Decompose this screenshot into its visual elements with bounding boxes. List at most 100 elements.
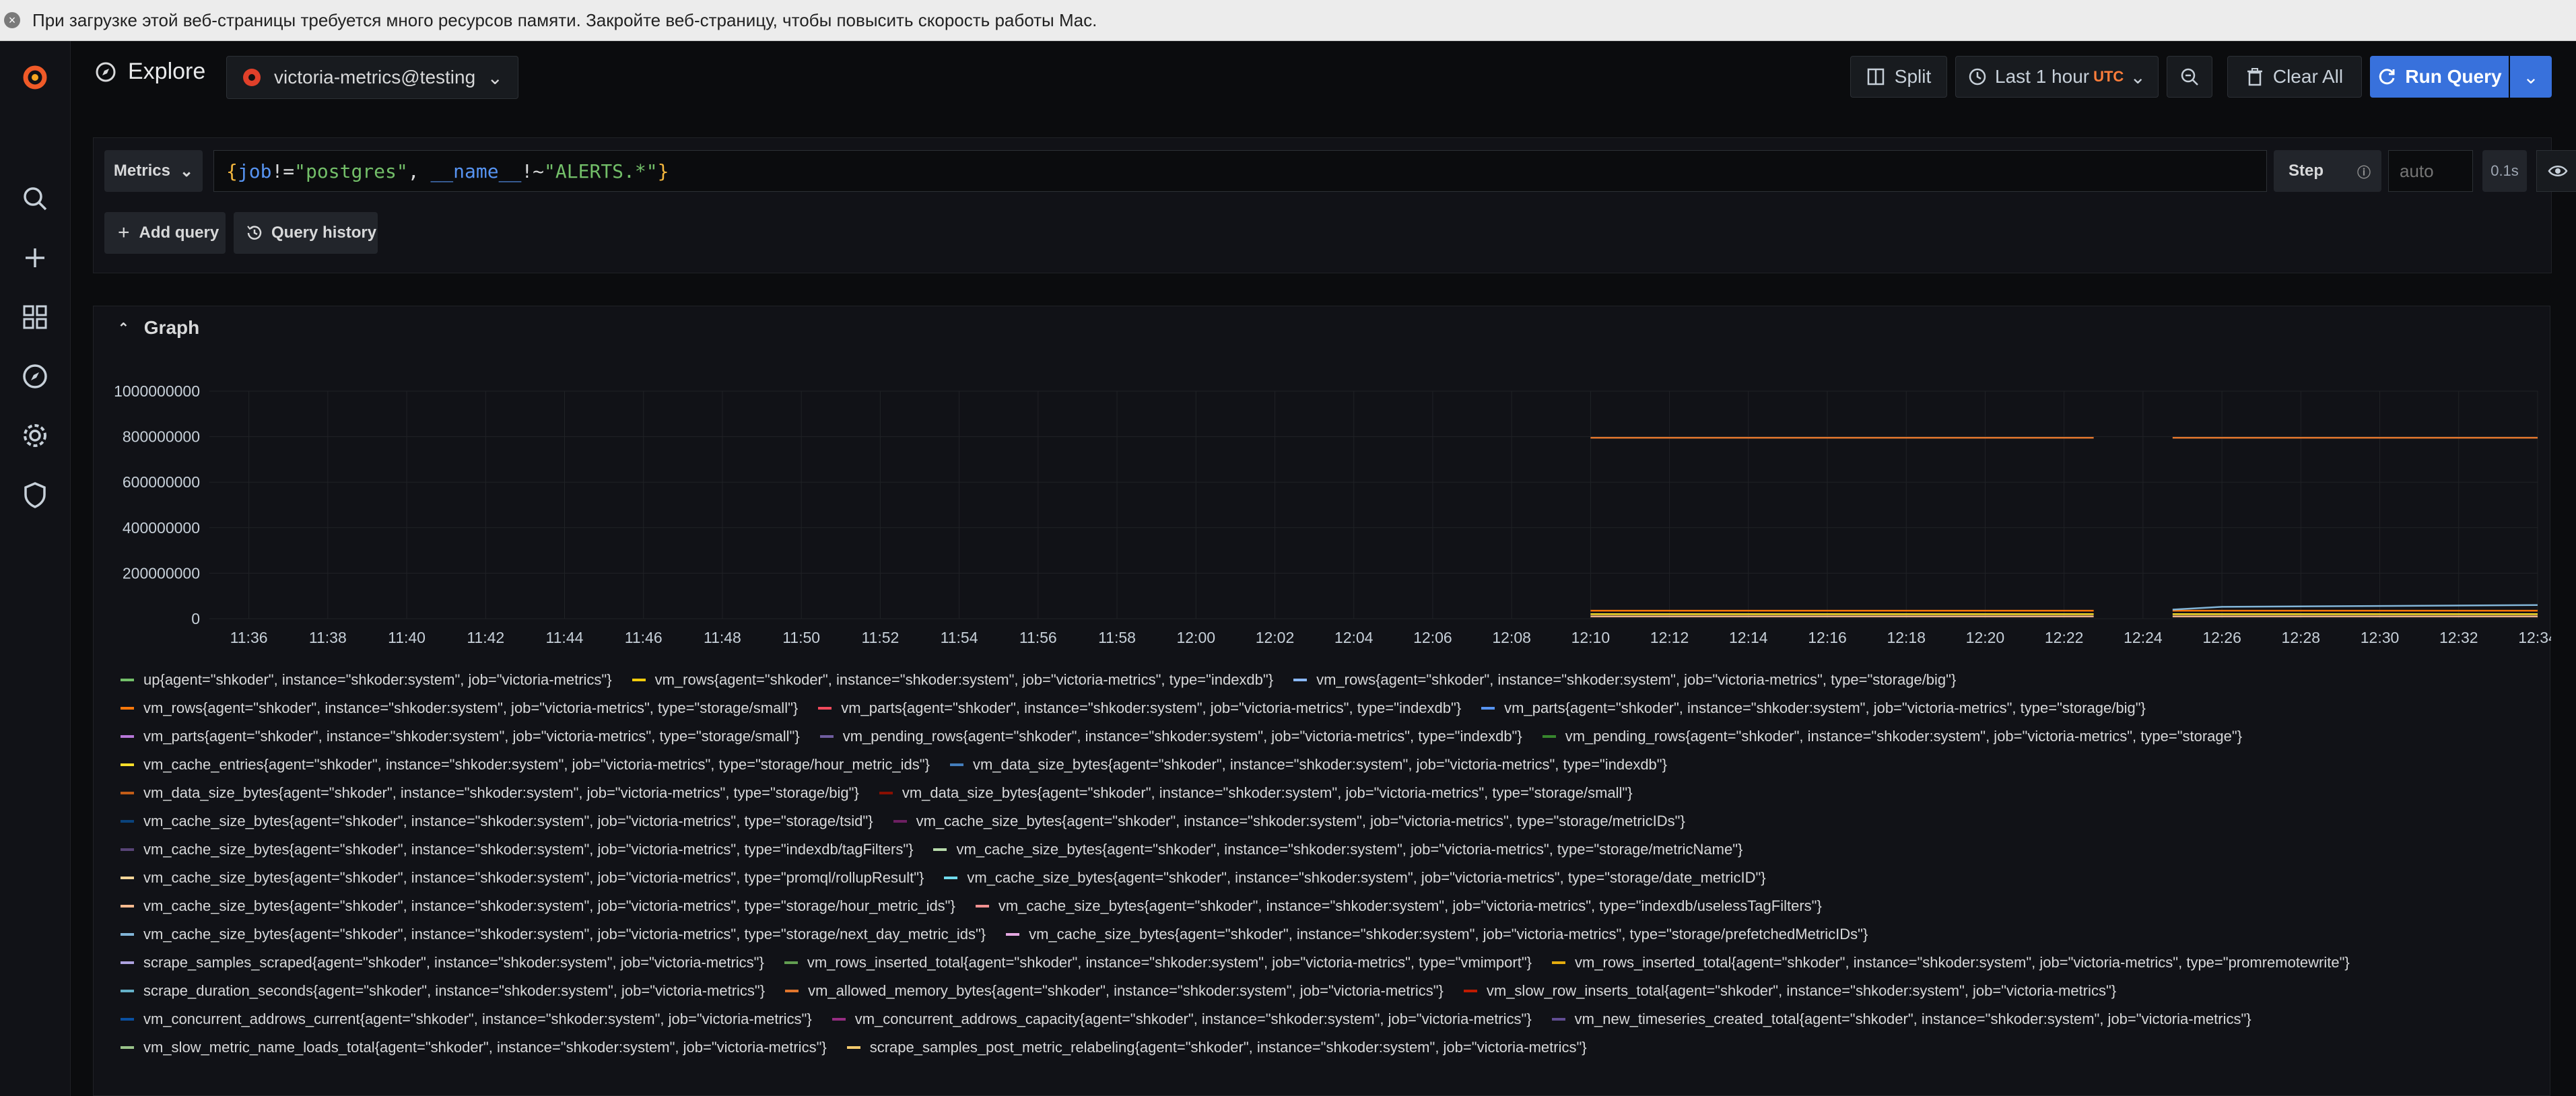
legend-swatch — [121, 1046, 134, 1049]
legend-item[interactable]: vm_rows_inserted_total{agent="shkoder", … — [1552, 954, 2350, 971]
legend-item[interactable]: vm_rows{agent="shkoder", instance="shkod… — [632, 671, 1273, 689]
legend-item[interactable]: vm_rows_inserted_total{agent="shkoder", … — [784, 954, 1532, 971]
legend-item[interactable]: vm_parts{agent="shkoder", instance="shko… — [818, 699, 1461, 717]
legend-item[interactable]: vm_cache_size_bytes{agent="shkoder", ins… — [121, 841, 913, 858]
chevron-down-icon: ⌄ — [2130, 66, 2146, 88]
run-query-label: Run Query — [2405, 66, 2502, 87]
legend-label: vm_cache_size_bytes{agent="shkoder", ins… — [143, 926, 986, 943]
chevron-down-icon: ⌄ — [487, 67, 503, 88]
x-tick-label: 11:52 — [861, 629, 899, 646]
split-icon — [1867, 68, 1885, 85]
info-icon[interactable]: ⓘ — [2357, 162, 2371, 181]
x-tick-label: 12:22 — [2045, 629, 2084, 646]
shield-icon[interactable] — [15, 475, 55, 515]
legend-item[interactable]: vm_data_size_bytes{agent="shkoder", inst… — [879, 784, 1633, 802]
legend-item[interactable]: up{agent="shkoder", instance="shkoder:sy… — [121, 671, 612, 689]
step-label: Step ⓘ — [2274, 150, 2381, 192]
legend-swatch — [121, 820, 134, 823]
legend-swatch — [1542, 735, 1556, 738]
legend-swatch — [121, 877, 134, 879]
legend-item[interactable]: vm_cache_size_bytes{agent="shkoder", ins… — [121, 813, 873, 830]
x-tick-label: 12:28 — [2282, 629, 2321, 646]
query-history-button[interactable]: Query history — [234, 212, 378, 254]
toggle-visibility-button[interactable] — [2536, 150, 2576, 192]
x-tick-label: 12:08 — [1492, 629, 1531, 646]
page-title-text: Explore — [128, 59, 206, 84]
legend-item[interactable]: vm_cache_size_bytes{agent="shkoder", ins… — [121, 869, 924, 887]
x-tick-label: 11:58 — [1098, 629, 1136, 646]
x-tick-label: 12:12 — [1650, 629, 1689, 646]
legend-item[interactable]: scrape_samples_scraped{agent="shkoder", … — [121, 954, 764, 971]
legend-item[interactable]: scrape_samples_post_metric_relabeling{ag… — [846, 1039, 1587, 1056]
step-input[interactable] — [2388, 150, 2473, 192]
legend-item[interactable]: vm_cache_size_bytes{agent="shkoder", ins… — [933, 841, 1742, 858]
legend-swatch — [1481, 707, 1495, 710]
legend-row: vm_slow_metric_name_loads_total{agent="s… — [121, 1033, 2544, 1062]
run-query-options-button[interactable]: ⌄ — [2510, 56, 2552, 98]
legend-swatch — [121, 707, 134, 710]
query-token: __name__ — [430, 160, 522, 182]
split-button[interactable]: Split — [1850, 56, 1947, 98]
compass-icon[interactable] — [15, 356, 55, 397]
legend-item[interactable]: vm_cache_size_bytes{agent="shkoder", ins… — [1006, 926, 1868, 943]
legend-label: vm_concurrent_addrows_current{agent="shk… — [143, 1011, 812, 1027]
legend-label: vm_cache_size_bytes{agent="shkoder", ins… — [143, 813, 873, 829]
legend-item[interactable]: vm_concurrent_addrows_current{agent="shk… — [121, 1011, 812, 1028]
legend-item[interactable]: vm_cache_size_bytes{agent="shkoder", ins… — [121, 897, 955, 915]
close-icon[interactable]: × — [4, 12, 20, 28]
legend-item[interactable]: vm_cache_size_bytes{agent="shkoder", ins… — [121, 926, 986, 943]
query-token: job — [237, 160, 272, 182]
time-range-picker[interactable]: Last 1 hour UTC ⌄ — [1955, 56, 2159, 98]
time-range-label: Last 1 hour — [1995, 66, 2090, 87]
query-mode-select[interactable]: Metrics ⌄ — [104, 150, 203, 192]
legend-item[interactable]: vm_data_size_bytes{agent="shkoder", inst… — [949, 756, 1667, 774]
legend-item[interactable]: vm_rows{agent="shkoder", instance="shkod… — [1293, 671, 1956, 689]
x-tick-label: 11:48 — [704, 629, 741, 646]
legend-item[interactable]: vm_concurrent_addrows_capacity{agent="sh… — [832, 1011, 1532, 1028]
x-tick-label: 11:36 — [230, 629, 268, 646]
datasource-picker[interactable]: victoria-metrics@testing ⌄ — [226, 56, 518, 99]
legend-item[interactable]: vm_slow_row_inserts_total{agent="shkoder… — [1463, 982, 2117, 1000]
grafana-logo-icon[interactable] — [15, 57, 55, 98]
legend-item[interactable]: vm_allowed_memory_bytes{agent="shkoder",… — [785, 982, 1444, 1000]
clear-all-button[interactable]: Clear All — [2227, 56, 2362, 98]
legend-item[interactable]: vm_parts{agent="shkoder", instance="shko… — [121, 728, 800, 745]
x-tick-label: 11:50 — [782, 629, 820, 646]
legend-label: vm_cache_size_bytes{agent="shkoder", ins… — [998, 897, 1822, 914]
legend-label: vm_parts{agent="shkoder", instance="shko… — [1504, 699, 2146, 716]
legend-item[interactable]: vm_data_size_bytes{agent="shkoder", inst… — [121, 784, 859, 802]
search-icon[interactable] — [15, 178, 55, 219]
query-time: 0.1s — [2482, 150, 2527, 192]
legend-label: vm_slow_row_inserts_total{agent="shkoder… — [1486, 982, 2117, 999]
legend-item[interactable]: vm_pending_rows{agent="shkoder", instanc… — [819, 728, 1522, 745]
legend-label: scrape_samples_scraped{agent="shkoder", … — [143, 954, 764, 971]
page-title: Explore — [94, 59, 205, 85]
legend-item[interactable]: vm_pending_rows{agent="shkoder", instanc… — [1542, 728, 2242, 745]
plus-icon[interactable] — [15, 238, 55, 278]
legend-item[interactable]: vm_rows{agent="shkoder", instance="shkod… — [121, 699, 798, 717]
run-query-button[interactable]: Run Query — [2370, 56, 2509, 98]
add-query-button[interactable]: + Add query — [104, 212, 226, 254]
legend-item[interactable]: vm_cache_size_bytes{agent="shkoder", ins… — [975, 897, 1822, 915]
legend-item[interactable]: vm_new_timeseries_created_total{agent="s… — [1551, 1011, 2251, 1028]
legend-item[interactable]: scrape_duration_seconds{agent="shkoder",… — [121, 982, 765, 1000]
legend-item[interactable]: vm_cache_size_bytes{agent="shkoder", ins… — [893, 813, 1685, 830]
graph-plot[interactable]: 0 200000000 400000000 600000000 800000000 100… — [94, 306, 2551, 656]
query-input[interactable]: { job != "postgres" , __name__ !~ "ALERT… — [213, 150, 2267, 192]
explore-toolbar: Explore victoria-metrics@testing ⌄ Split… — [70, 41, 2576, 115]
legend-item[interactable]: vm_cache_entries{agent="shkoder", instan… — [121, 756, 930, 774]
gear-icon[interactable] — [15, 415, 55, 456]
legend-label: vm_new_timeseries_created_total{agent="s… — [1574, 1011, 2251, 1027]
legend-row: vm_parts{agent="shkoder", instance="shko… — [121, 722, 2544, 751]
query-token: { — [226, 160, 238, 182]
legend-row: vm_rows{agent="shkoder", instance="shkod… — [121, 694, 2544, 722]
legend-label: vm_cache_size_bytes{agent="shkoder", ins… — [143, 897, 955, 914]
legend-label: vm_cache_size_bytes{agent="shkoder", ins… — [143, 841, 914, 858]
compass-icon — [96, 62, 116, 81]
legend-item[interactable]: vm_slow_metric_name_loads_total{agent="s… — [121, 1039, 827, 1056]
x-tick-label: 12:26 — [2202, 629, 2241, 646]
legend-item[interactable]: vm_cache_size_bytes{agent="shkoder", ins… — [944, 869, 1766, 887]
dashboards-icon[interactable] — [15, 297, 55, 337]
legend-item[interactable]: vm_parts{agent="shkoder", instance="shko… — [1481, 699, 2146, 717]
zoom-out-button[interactable] — [2167, 56, 2212, 98]
